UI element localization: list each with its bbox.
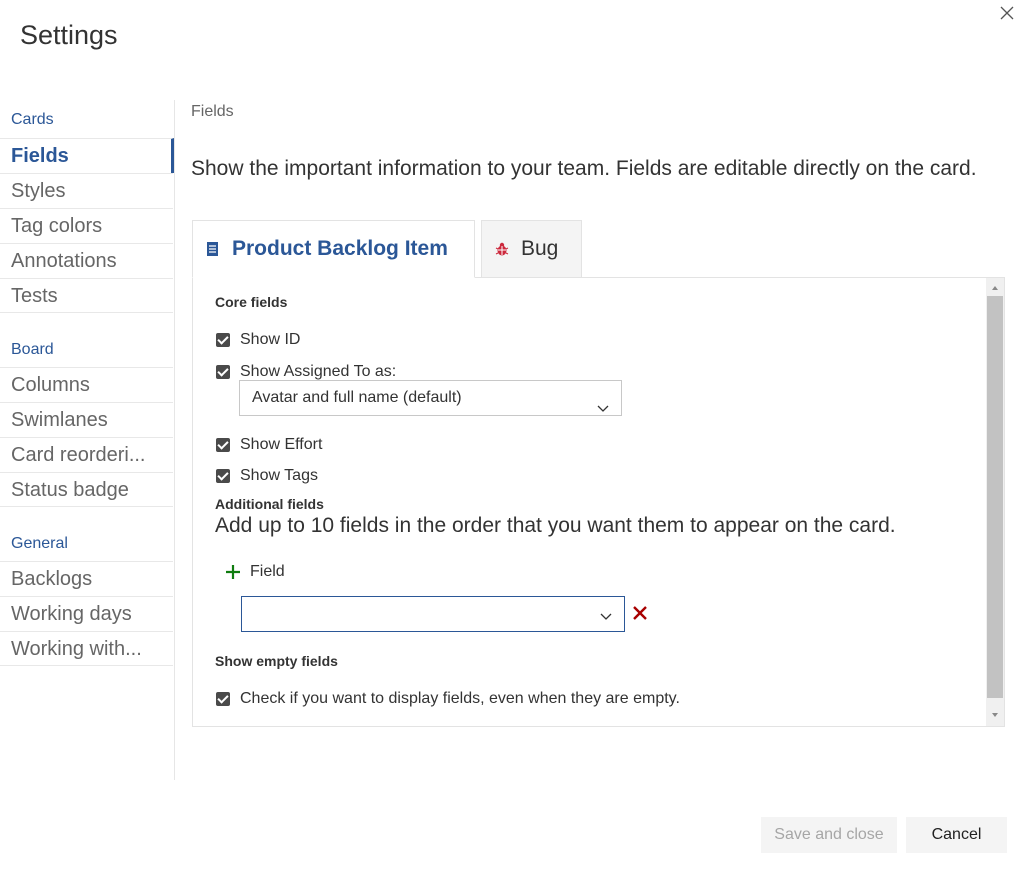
show-empty-fields-checkbox[interactable]: Check if you want to display fields, eve…: [216, 689, 680, 709]
scroll-down-arrow-icon[interactable]: [986, 707, 1004, 723]
sidebar-item-swimlanes[interactable]: Swimlanes: [0, 402, 173, 437]
checkbox-label: Show ID: [240, 331, 301, 348]
dialog-title: Settings: [20, 20, 118, 50]
additional-fields-description: Add up to 10 fields in the order that yo…: [215, 514, 896, 537]
sidebar-item-tests[interactable]: Tests: [0, 278, 173, 313]
sidebar-item-working-days[interactable]: Working days: [0, 596, 173, 631]
sidebar-item-styles[interactable]: Styles: [0, 173, 173, 208]
checkbox-label: Show Tags: [240, 467, 318, 484]
sidebar-group-board: Board: [11, 341, 54, 358]
sidebar-item-status-badge[interactable]: Status badge: [0, 472, 173, 507]
sidebar-item-annotations[interactable]: Annotations: [0, 243, 173, 278]
add-field-button[interactable]: Field: [224, 563, 285, 581]
plus-icon: [224, 563, 242, 581]
checkbox-checked-icon: [216, 469, 230, 483]
checkbox-label: Check if you want to display fields, eve…: [240, 690, 680, 707]
cancel-button[interactable]: Cancel: [906, 817, 1007, 853]
checkbox-label: Show Effort: [240, 436, 323, 453]
sidebar-item-columns[interactable]: Columns: [0, 367, 173, 402]
page-description: Show the important information to your t…: [191, 157, 977, 180]
scrollbar-thumb[interactable]: [987, 296, 1003, 698]
sidebar-item-card-reordering[interactable]: Card reorderi...: [0, 437, 173, 472]
backlog-item-icon: [207, 242, 218, 256]
checkbox-checked-icon: [216, 438, 230, 452]
tab-bug[interactable]: Bug: [481, 220, 582, 278]
remove-field-icon[interactable]: [631, 604, 649, 622]
assigned-to-display-select[interactable]: Avatar and full name (default): [239, 380, 622, 416]
checkbox-checked-icon: [216, 365, 230, 379]
checkbox-label: Show Assigned To as:: [240, 363, 397, 380]
chevron-down-icon: [600, 609, 612, 620]
sidebar-item-tag-colors[interactable]: Tag colors: [0, 208, 173, 243]
section-label: Fields: [191, 103, 234, 120]
sidebar-item-backlogs[interactable]: Backlogs: [0, 561, 173, 596]
show-id-checkbox[interactable]: Show ID: [216, 330, 300, 350]
show-empty-fields-heading: Show empty fields: [215, 653, 338, 669]
show-tags-checkbox[interactable]: Show Tags: [216, 466, 318, 486]
add-field-label: Field: [250, 563, 285, 580]
chevron-down-icon: [597, 393, 609, 412]
checkbox-checked-icon: [216, 333, 230, 347]
scroll-up-arrow-icon[interactable]: [986, 280, 1004, 296]
core-fields-heading: Core fields: [215, 294, 288, 310]
save-and-close-button[interactable]: Save and close: [761, 817, 897, 853]
tab-product-backlog-item[interactable]: Product Backlog Item: [192, 220, 475, 278]
checkbox-checked-icon: [216, 692, 230, 706]
additional-fields-heading: Additional fields: [215, 496, 324, 512]
show-assigned-to-checkbox[interactable]: Show Assigned To as:: [216, 362, 396, 382]
show-effort-checkbox[interactable]: Show Effort: [216, 435, 322, 455]
sidebar-item-working-with[interactable]: Working with...: [0, 631, 173, 666]
close-icon[interactable]: [996, 2, 1018, 24]
sidebar-group-general: General: [11, 535, 68, 552]
sidebar-item-fields[interactable]: Fields: [0, 138, 174, 173]
sidebar-group-cards: Cards: [11, 111, 54, 128]
tab-label: Product Backlog Item: [232, 237, 448, 260]
select-value: Avatar and full name (default): [252, 389, 462, 406]
tab-label: Bug: [521, 237, 559, 260]
additional-field-combobox[interactable]: [241, 596, 625, 632]
bug-icon: [495, 242, 509, 256]
